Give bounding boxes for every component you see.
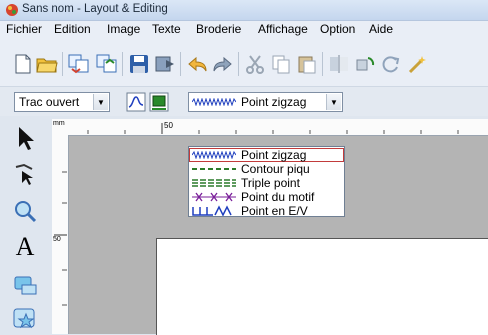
horizontal-ruler: mm 50 bbox=[52, 119, 488, 136]
ruler-v-ticks bbox=[54, 171, 67, 306]
rotate-icon[interactable] bbox=[380, 53, 402, 75]
menu-option[interactable]: Option bbox=[320, 22, 355, 36]
window-title: Sans nom - Layout & Editing bbox=[22, 3, 168, 15]
menu-fichier[interactable]: Fichier bbox=[6, 22, 42, 36]
open-folder-icon[interactable] bbox=[36, 53, 58, 75]
point-edit-icon bbox=[15, 163, 33, 185]
send-icon[interactable] bbox=[154, 53, 176, 75]
arrow-cursor-icon bbox=[19, 127, 34, 150]
app-icon bbox=[6, 4, 18, 16]
mirror-icon[interactable] bbox=[328, 53, 350, 75]
paste-icon[interactable] bbox=[296, 53, 318, 75]
copy-icon[interactable] bbox=[270, 53, 292, 75]
ruler-ticks bbox=[87, 123, 459, 134]
save-icon[interactable] bbox=[128, 53, 150, 75]
triple-stitch-icon bbox=[192, 179, 236, 187]
menu-image[interactable]: Image bbox=[107, 22, 140, 36]
text-tool[interactable]: A bbox=[6, 232, 44, 262]
star-shape-icon bbox=[13, 308, 35, 329]
stitch-option-motif[interactable]: Point du motif bbox=[189, 190, 344, 204]
sew-mode-select[interactable]: Trac ouvert ▼ bbox=[14, 92, 110, 112]
running-stitch-icon bbox=[192, 168, 236, 170]
zigzag-stitch-icon bbox=[192, 151, 236, 159]
rotate-shape-icon[interactable] bbox=[354, 53, 376, 75]
select-tool[interactable] bbox=[6, 123, 44, 153]
menu-affichage[interactable]: Affichage bbox=[258, 22, 308, 36]
main-toolbar bbox=[0, 37, 488, 87]
stitch-type-value: Point zigzag bbox=[241, 95, 307, 109]
zoom-tool[interactable] bbox=[6, 196, 44, 226]
cut-icon[interactable] bbox=[244, 53, 266, 75]
chevron-down-icon: ▼ bbox=[93, 94, 108, 110]
stitch-option-contour[interactable]: Contour piqu bbox=[189, 162, 344, 176]
stitch-type-select[interactable]: Point zigzag ▼ bbox=[188, 92, 343, 112]
magnifier-icon bbox=[15, 201, 37, 223]
shape-icon bbox=[14, 276, 37, 295]
import-icon[interactable] bbox=[68, 53, 90, 75]
ev-stitch-icon bbox=[192, 205, 232, 216]
wizard-icon[interactable] bbox=[406, 53, 428, 75]
stitch-option-triple[interactable]: Triple point bbox=[189, 176, 344, 190]
title-bar: Sans nom - Layout & Editing bbox=[0, 0, 488, 21]
line-color-icon[interactable] bbox=[125, 91, 147, 113]
stamp-tool[interactable] bbox=[6, 304, 44, 334]
region-color-icon[interactable] bbox=[148, 91, 170, 113]
redo-icon[interactable] bbox=[212, 53, 234, 75]
stitch-option-point-zigzag[interactable]: Point zigzag bbox=[189, 148, 344, 162]
menu-edition[interactable]: Edition bbox=[54, 22, 91, 36]
menu-broderie[interactable]: Broderie bbox=[196, 22, 241, 36]
stitch-type-dropdown: Point zigzag Contour piqu Triple point P… bbox=[188, 146, 345, 218]
letter-a-icon: A bbox=[15, 232, 35, 261]
export-icon[interactable] bbox=[96, 53, 118, 75]
point-edit-tool[interactable] bbox=[6, 159, 44, 189]
sew-mode-value: Trac ouvert bbox=[19, 95, 80, 109]
menu-texte[interactable]: Texte bbox=[152, 22, 181, 36]
sew-toolbar: Trac ouvert ▼ Point zigzag ▼ bbox=[0, 87, 488, 116]
embroidery-page[interactable] bbox=[156, 238, 488, 335]
motif-stitch-icon bbox=[192, 192, 236, 202]
vertical-ruler: 50 bbox=[52, 135, 69, 334]
new-file-icon[interactable] bbox=[12, 53, 34, 75]
menu-bar: Fichier Edition Image Texte Broderie Aff… bbox=[0, 21, 488, 37]
shape-tool[interactable] bbox=[6, 269, 44, 299]
chevron-down-icon: ▼ bbox=[326, 94, 341, 110]
tool-palette: A bbox=[0, 119, 51, 334]
undo-icon[interactable] bbox=[186, 53, 208, 75]
menu-aide[interactable]: Aide bbox=[369, 22, 393, 36]
zigzag-stitch-icon bbox=[192, 98, 236, 106]
stitch-option-ev[interactable]: Point en E/V bbox=[189, 204, 344, 218]
